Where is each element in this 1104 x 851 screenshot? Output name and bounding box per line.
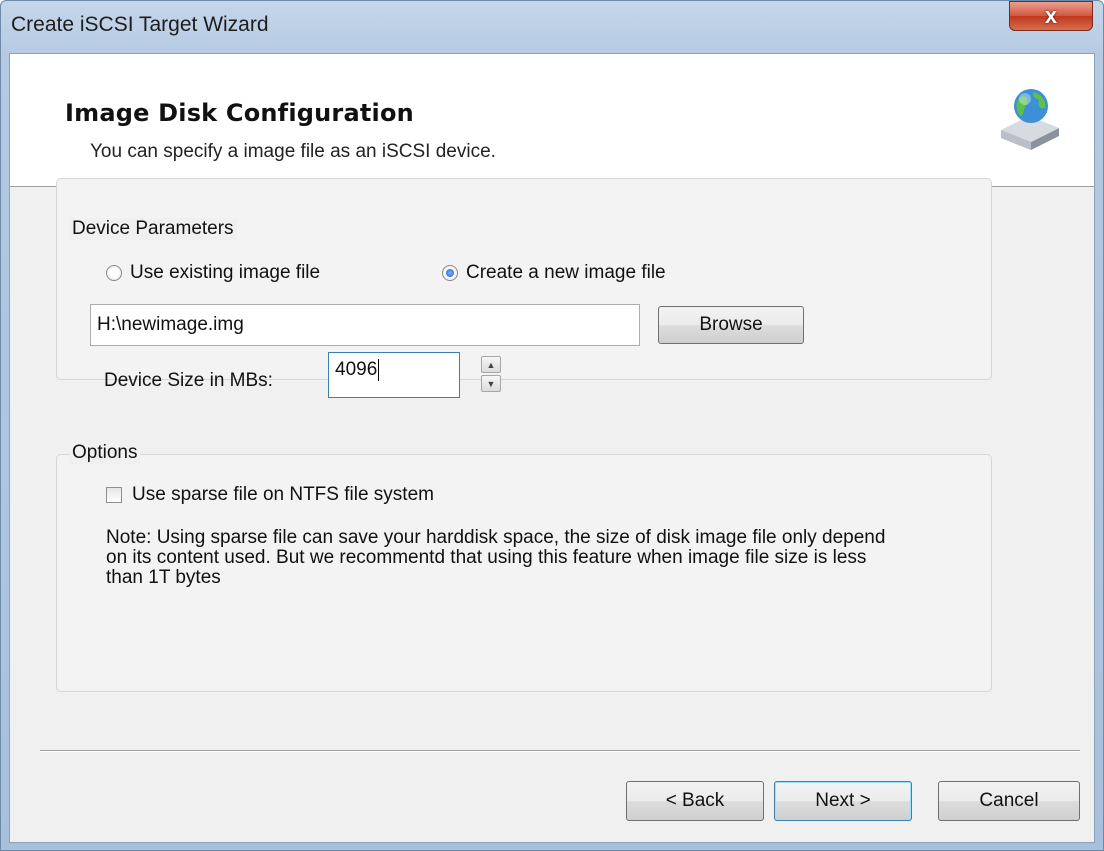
close-icon: x — [1044, 3, 1058, 28]
page-title: Image Disk Configuration — [65, 99, 414, 127]
page-subtitle: You can specify a image file as an iSCSI… — [90, 141, 496, 162]
use-existing-label: Use existing image file — [130, 262, 321, 283]
options-label: Options — [70, 442, 141, 464]
sparse-note: Note: Using sparse file can save your ha… — [106, 527, 886, 588]
device-size-label: Device Size in MBs: — [104, 370, 273, 391]
next-button[interactable]: Next > — [774, 781, 912, 821]
size-spinner[interactable]: ▲ ▼ — [481, 356, 501, 392]
radio-unselected-icon — [106, 265, 122, 281]
footer-separator — [40, 750, 1080, 752]
radio-selected-icon — [442, 265, 458, 281]
sparse-file-label: Use sparse file on NTFS file system — [132, 484, 434, 505]
device-size-input[interactable]: 4096 — [328, 352, 460, 398]
close-button[interactable]: x — [1009, 1, 1093, 31]
device-parameters-label: Device Parameters — [70, 218, 237, 240]
text-cursor — [378, 359, 380, 381]
cancel-label: Cancel — [979, 790, 1039, 811]
title-bar[interactable]: Create iSCSI Target Wizard x — [1, 1, 1103, 53]
create-new-radio[interactable]: Create a new image file — [442, 262, 666, 284]
device-size-value: 4096 — [335, 359, 378, 380]
window-title: Create iSCSI Target Wizard — [11, 13, 269, 36]
checkbox-icon — [106, 487, 122, 503]
browse-button[interactable]: Browse — [658, 306, 804, 344]
next-label: Next > — [815, 790, 871, 811]
wizard-window: Create iSCSI Target Wizard x Image Disk … — [0, 0, 1104, 851]
cancel-button[interactable]: Cancel — [938, 781, 1080, 821]
wizard-header: Image Disk Configuration You can specify… — [10, 54, 1094, 187]
use-existing-radio[interactable]: Use existing image file — [106, 262, 320, 284]
browse-label: Browse — [699, 314, 763, 335]
back-button[interactable]: < Back — [626, 781, 764, 821]
network-disk-icon — [1001, 89, 1059, 150]
image-path-input[interactable]: H:\newimage.img — [90, 304, 640, 346]
image-path-value: H:\newimage.img — [97, 314, 244, 335]
spin-up-icon[interactable]: ▲ — [481, 356, 501, 373]
wizard-client-area: Image Disk Configuration You can specify… — [9, 53, 1095, 843]
back-label: < Back — [665, 790, 725, 811]
sparse-file-checkbox[interactable]: Use sparse file on NTFS file system — [106, 484, 434, 506]
create-new-label: Create a new image file — [466, 262, 666, 283]
spin-down-icon[interactable]: ▼ — [481, 375, 501, 392]
